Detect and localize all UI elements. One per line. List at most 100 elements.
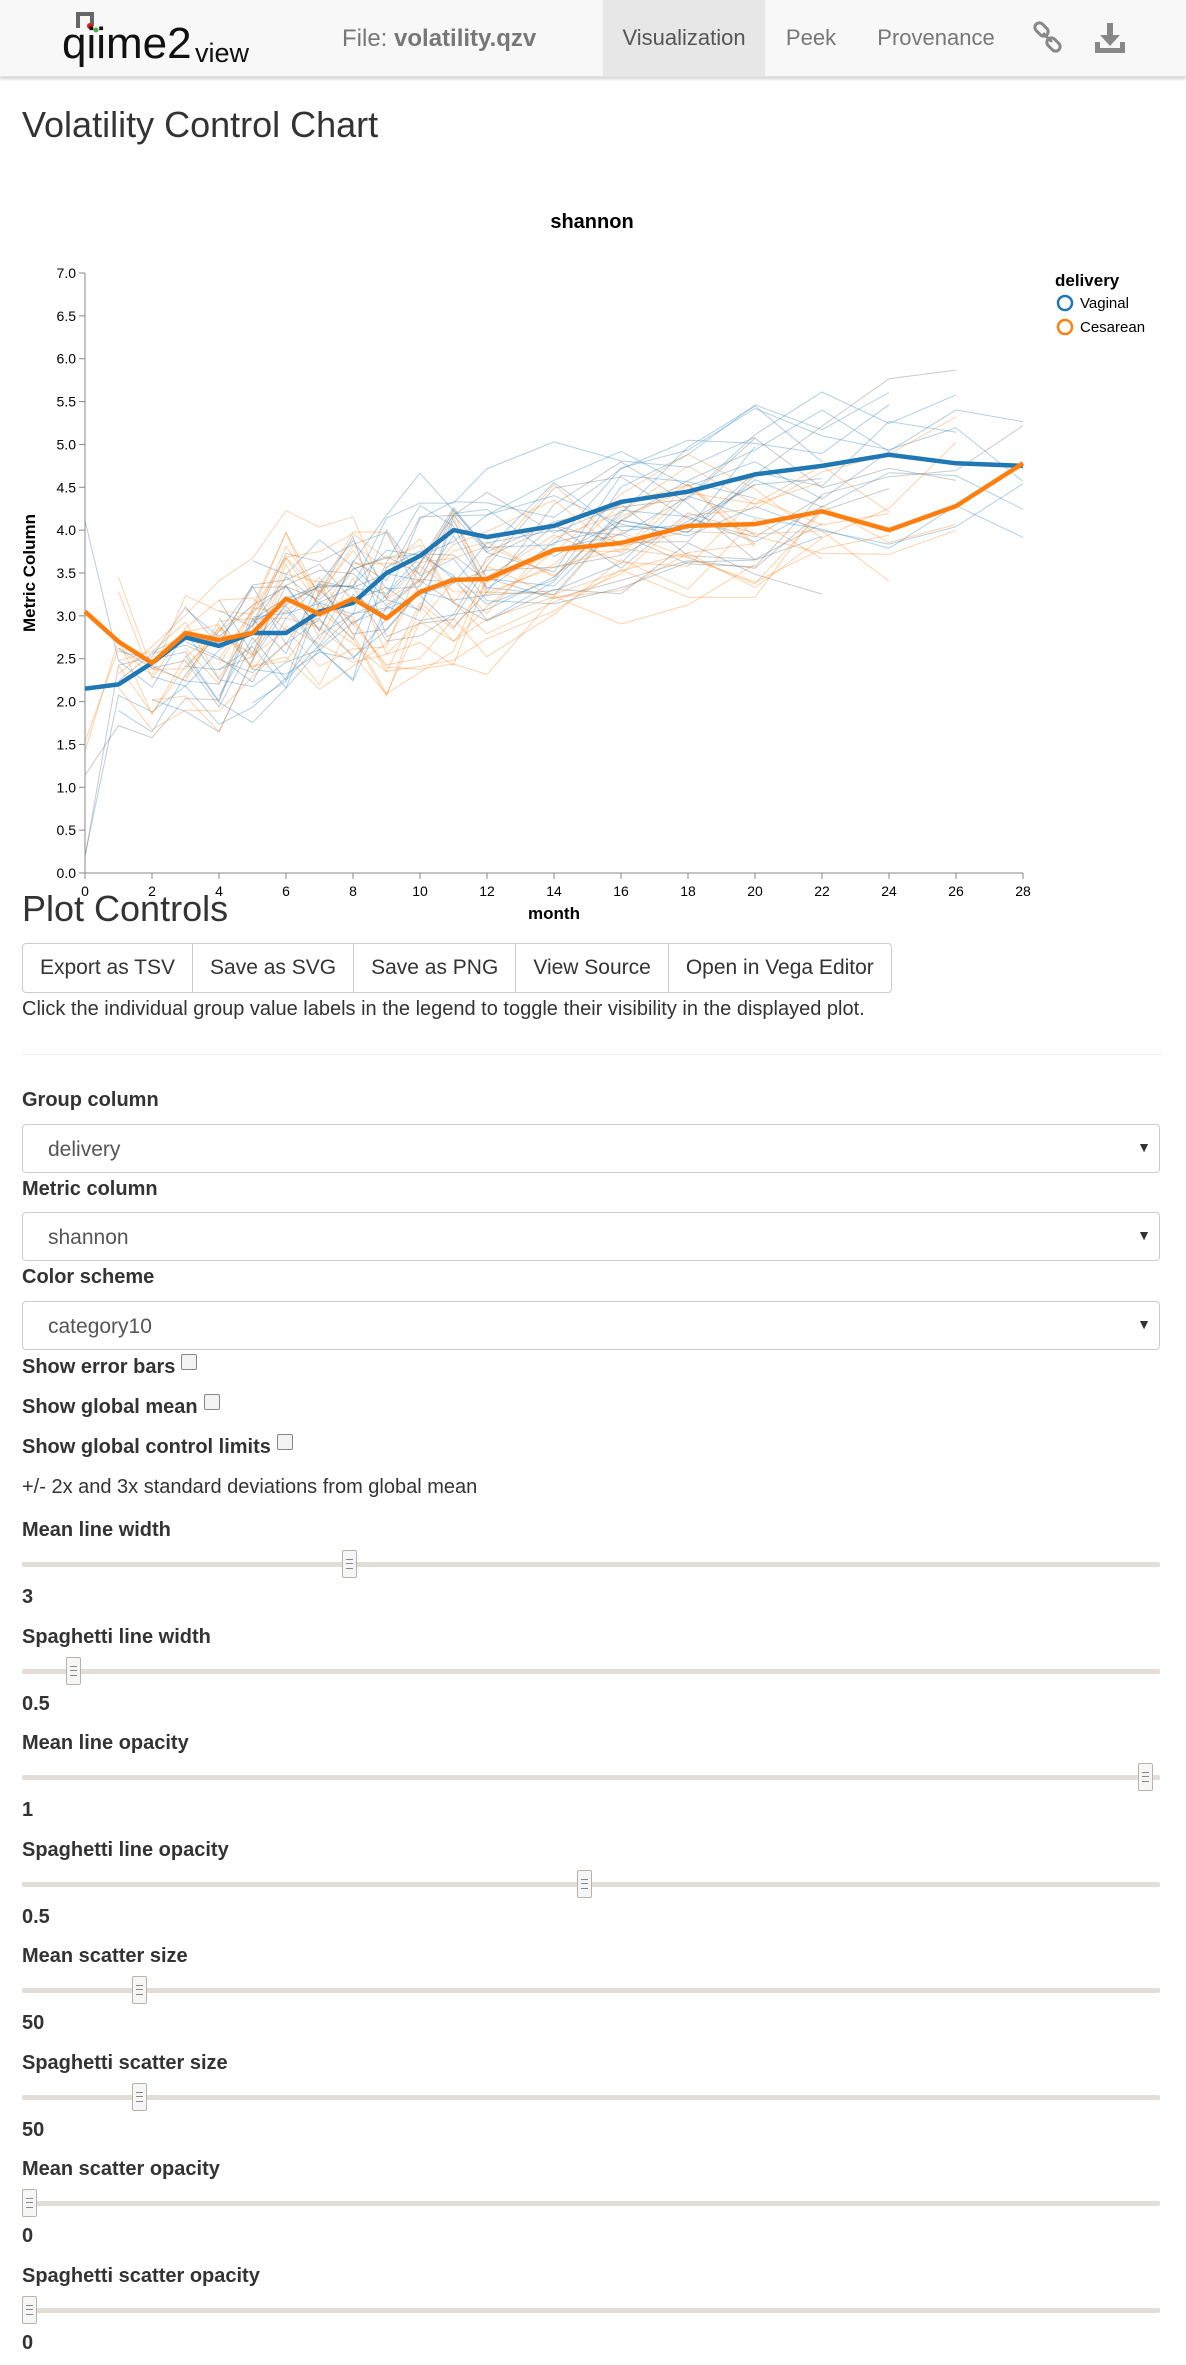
spaghetti-line-width-label: Spaghetti line width: [22, 1625, 211, 1648]
mean-scatter-size-slider-handle[interactable]: [132, 1976, 148, 2004]
download-icon[interactable]: [1092, 20, 1128, 56]
spaghetti-line-opacity-slider[interactable]: [22, 1869, 1160, 1898]
show-error-bars-checkbox[interactable]: [181, 1354, 198, 1370]
mean-scatter-opacity-slider-handle[interactable]: [21, 2189, 37, 2217]
mean-line-opacity-slider-handle[interactable]: [1138, 1763, 1154, 1791]
group-column-label: Group column: [22, 1089, 159, 1111]
show-control-limits-checkbox[interactable]: [276, 1434, 293, 1450]
mean-line-width-slider-handle[interactable]: [341, 1550, 357, 1578]
plot-controls-title: Plot Controls: [22, 888, 229, 929]
color-scheme-select[interactable]: category10 ▼: [22, 1301, 1160, 1350]
open-vega-editor-button[interactable]: Open in Vega Editor: [667, 943, 892, 993]
x-tick-label: 28: [1015, 883, 1031, 899]
mean-line-opacity-label: Mean line opacity: [22, 1732, 189, 1754]
grip-icon: [25, 2198, 33, 2208]
chart-legend[interactable]: delivery Vaginal Cesarean: [1055, 271, 1145, 336]
show-global-mean-label: Show global mean: [22, 1396, 198, 1418]
svg-text:view: view: [195, 38, 250, 68]
grip-icon: [345, 1559, 353, 1569]
chevron-down-icon: ▼: [1137, 1139, 1151, 1155]
tab-peek[interactable]: Peek: [768, 0, 854, 76]
metric-column-value: shannon: [48, 1226, 129, 1249]
top-navbar: qiime2 view File: volatility.qzv Visuali…: [0, 0, 1186, 77]
y-tick-label: 3.0: [57, 608, 77, 624]
group-column-value: delivery: [48, 1138, 121, 1161]
y-tick-label: 1.5: [57, 736, 77, 752]
legend-symbol-cesarean[interactable]: [1056, 318, 1074, 336]
chevron-down-icon: ▼: [1137, 1316, 1151, 1332]
y-tick-label: 4.0: [57, 522, 77, 538]
show-global-mean-checkbox[interactable]: [203, 1394, 220, 1410]
mean-scatter-size-slider[interactable]: [22, 1976, 1160, 2004]
grip-icon: [1142, 1772, 1150, 1782]
qiime2-logo[interactable]: qiime2 view: [62, 8, 262, 70]
mean-scatter-opacity-value: 0: [22, 2225, 34, 2247]
legend-label-vaginal[interactable]: Vaginal: [1080, 295, 1129, 312]
spaghetti-scatter-size-slider-handle[interactable]: [132, 2082, 148, 2111]
metric-column-label: Metric column: [22, 1178, 158, 1200]
export-button-group: Export as TSV Save as SVG Save as PNG Vi…: [22, 943, 892, 993]
spaghetti-scatter-size-slider[interactable]: [22, 2082, 1160, 2111]
svg-text:qiime2: qiime2: [62, 19, 192, 68]
x-tick-label: 10: [412, 883, 428, 899]
mean-line-width-value: 3: [22, 1586, 34, 1608]
color-scheme-label: Color scheme: [22, 1266, 155, 1288]
spaghetti-scatter-opacity-slider-handle[interactable]: [21, 2295, 37, 2324]
tab-visualization[interactable]: Visualization: [603, 0, 765, 76]
spaghetti-scatter-opacity-value: 0: [22, 2331, 34, 2354]
mean-line-opacity-value: 1: [22, 1799, 34, 1821]
chevron-down-icon: ▼: [1137, 1227, 1151, 1243]
y-tick-label: 6.0: [57, 351, 77, 367]
spaghetti-line-width-slider[interactable]: [22, 1656, 1160, 1685]
spaghetti-line-opacity-value: 0.5: [22, 1905, 50, 1928]
y-tick-label: 1.0: [57, 779, 77, 795]
grip-icon: [70, 1665, 78, 1676]
x-tick-label: 20: [747, 883, 763, 899]
spaghetti-line: [218, 461, 756, 628]
x-tick-label: 12: [479, 883, 495, 899]
volatility-chart[interactable]: shannon 0 2 4 6 8 10 12 14 16 18 20 22 24 26 280.00.51…: [22, 156, 1162, 936]
save-png-button[interactable]: Save as PNG: [353, 943, 517, 993]
x-tick-label: 6: [282, 883, 290, 899]
metric-column-select[interactable]: shannon ▼: [22, 1212, 1160, 1261]
mean-line-width-label: Mean line width: [22, 1519, 171, 1541]
grip-icon: [136, 2091, 144, 2102]
y-tick-label: 3.5: [57, 565, 77, 581]
spaghetti-line-width-slider-handle[interactable]: [66, 1656, 82, 1685]
x-tick-label: 14: [546, 883, 562, 899]
y-tick-label: 7.0: [57, 265, 77, 281]
spaghetti-line-opacity-slider-handle[interactable]: [577, 1869, 593, 1898]
spaghetti-scatter-opacity-slider[interactable]: [21, 2295, 1160, 2324]
tab-provenance[interactable]: Provenance: [858, 0, 1014, 76]
x-tick-label: 26: [948, 883, 964, 899]
show-control-limits-label: Show global control limits: [22, 1436, 271, 1458]
y-tick-label: 5.5: [57, 394, 77, 410]
mean-scatter-opacity-label: Mean scatter opacity: [22, 2158, 220, 2180]
spaghetti-scatter-size-label: Spaghetti scatter size: [22, 2051, 228, 2074]
grip-icon: [25, 2304, 33, 2315]
spaghetti-lines: [84, 369, 1024, 858]
mean-scatter-size-value: 50: [22, 2012, 45, 2034]
spaghetti-line: [84, 420, 957, 689]
show-global-mean-row: Show global mean: [22, 1394, 220, 1419]
group-column-select[interactable]: delivery ▼: [22, 1124, 1160, 1173]
mean-scatter-size-label: Mean scatter size: [22, 1945, 188, 1967]
legend-symbol-vaginal[interactable]: [1056, 294, 1074, 312]
view-source-button[interactable]: View Source: [515, 943, 669, 993]
spaghetti-line: [218, 483, 756, 698]
show-control-limits-row: Show global control limits: [22, 1434, 293, 1459]
link-icon[interactable]: [1030, 20, 1066, 56]
mean-line-opacity-slider[interactable]: [22, 1763, 1160, 1791]
grip-icon: [581, 1878, 589, 1889]
legend-label-cesarean[interactable]: Cesarean: [1080, 319, 1145, 336]
y-tick-label: 5.0: [57, 436, 77, 452]
x-axis-label: month: [528, 904, 580, 923]
y-tick-label: 2.0: [57, 694, 77, 710]
save-svg-button[interactable]: Save as SVG: [192, 943, 355, 993]
mean-line-width-slider[interactable]: [22, 1550, 1160, 1578]
mean-scatter-opacity-slider[interactable]: [21, 2189, 1160, 2217]
spaghetti-line: [218, 506, 823, 697]
export-tsv-button[interactable]: Export as TSV: [22, 943, 194, 993]
file-label: File: volatility.qzv: [342, 25, 537, 52]
spaghetti-line-width-value: 0.5: [22, 1692, 50, 1715]
